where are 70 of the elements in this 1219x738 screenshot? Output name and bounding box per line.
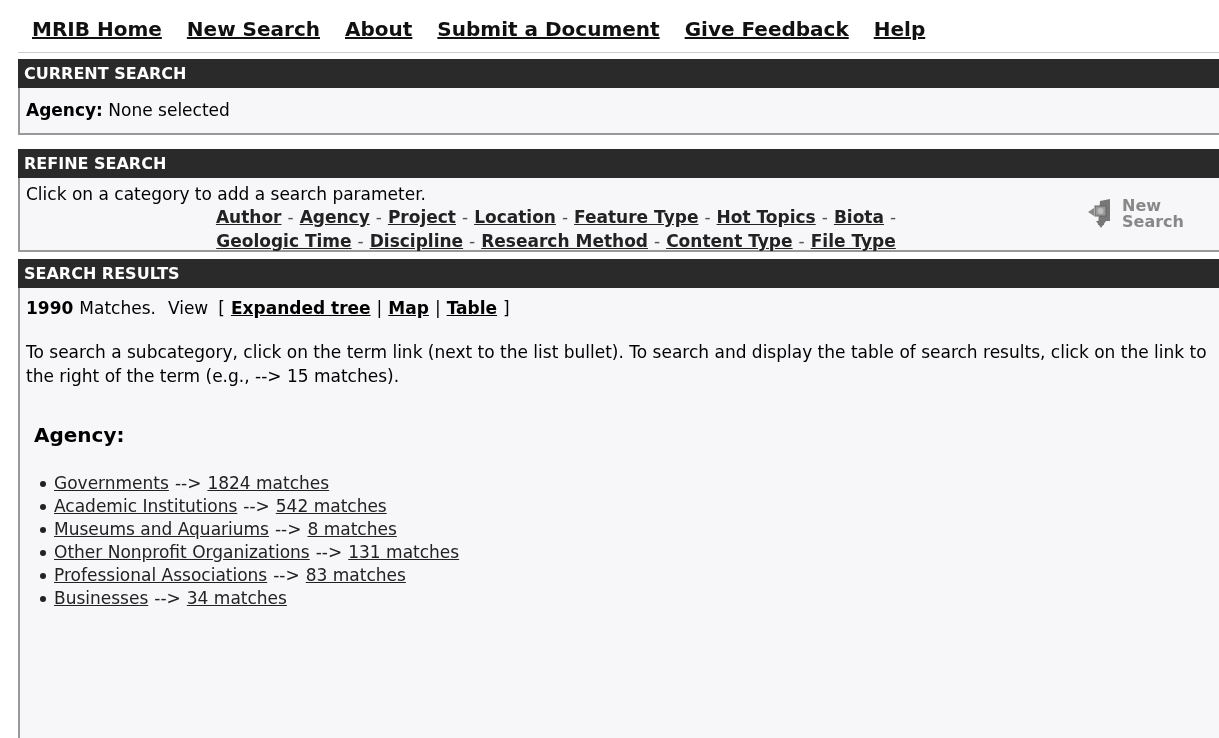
nav-link[interactable]: Submit a Document	[437, 16, 660, 42]
category-link[interactable]: Agency	[299, 205, 370, 229]
separator-text: -	[469, 230, 476, 253]
matches-link[interactable]: 83 matches	[305, 564, 406, 587]
bullet-icon	[40, 526, 46, 533]
category-heading: Agency:	[34, 422, 126, 448]
category-link[interactable]: Author	[215, 205, 282, 229]
view-link[interactable]: Map	[388, 296, 429, 320]
bracket-text: [	[218, 297, 225, 320]
view-label: View	[167, 297, 209, 320]
separator-text: -	[798, 230, 805, 253]
nav-link[interactable]: Give Feedback	[684, 16, 849, 42]
category-link[interactable]: File Type	[810, 229, 896, 253]
bullet-icon	[40, 549, 46, 556]
category-link[interactable]: Biota	[833, 205, 884, 229]
category-link[interactable]: Project	[387, 205, 456, 229]
matches-link[interactable]: 1824 matches	[207, 472, 330, 495]
arrow-text: -->	[273, 564, 300, 587]
separator-text: -	[704, 206, 711, 229]
separator-text: -	[561, 206, 569, 229]
nav-link[interactable]: About	[345, 16, 413, 42]
matches-link[interactable]: 8 matches	[307, 518, 397, 541]
arrow-text: -->	[174, 472, 202, 495]
view-link[interactable]: Expanded tree	[230, 296, 371, 320]
nav-link[interactable]: New Search	[186, 16, 320, 42]
count-label: Matches.	[79, 297, 156, 320]
separator-text: |	[376, 297, 383, 320]
category-link[interactable]: Feature Type	[574, 205, 699, 229]
instruction-text: Click on a category to add a search parameter.	[26, 183, 426, 205]
view-link[interactable]: Table	[446, 296, 498, 320]
arrow-text: -->	[243, 495, 270, 518]
category-link[interactable]: Location	[474, 205, 556, 229]
term-link[interactable]: Professional Associations	[54, 564, 268, 587]
section-header: CURRENT SEARCH	[18, 59, 1219, 88]
separator-text: |	[434, 297, 441, 320]
matches-link[interactable]: 131 matches	[348, 541, 460, 564]
term-link[interactable]: Museums and Aquariums	[54, 518, 269, 541]
nav-link[interactable]: Help	[873, 16, 926, 42]
bullet-icon	[40, 480, 46, 487]
bullet-icon	[40, 595, 46, 602]
category-link[interactable]: Content Type	[666, 229, 793, 253]
bracket-text: ]	[503, 297, 510, 320]
separator-text: -	[357, 230, 364, 253]
category-link[interactable]: Discipline	[369, 229, 464, 253]
help-text: To search a subcategory, click on the term link (next to the list bullet). To search and display the table of search results, click on the link to the right of the term (e.g., --> 15 matches).	[26, 341, 1208, 388]
nav-link[interactable]: MRIB Home	[32, 16, 162, 42]
separator-text: -	[654, 230, 661, 253]
arrow-text: -->	[274, 518, 302, 541]
category-link[interactable]: Research Method	[481, 229, 648, 253]
matches-link[interactable]: 542 matches	[275, 495, 387, 518]
search-criterion: Agency: None selected	[26, 98, 230, 122]
arrow-text: -->	[315, 541, 343, 564]
bullet-icon	[40, 503, 46, 510]
separator-text: -	[889, 206, 897, 229]
result-count: 1990	[26, 297, 74, 320]
term-link[interactable]: Academic Institutions	[54, 495, 238, 518]
section-header: REFINE SEARCH	[18, 149, 1219, 178]
separator-text: -	[462, 206, 469, 229]
separator-text: -	[821, 206, 828, 229]
bullet-icon	[40, 572, 46, 579]
separator-text: -	[375, 206, 382, 229]
separator-text: -	[287, 206, 294, 229]
matches-link[interactable]: 34 matches	[186, 587, 287, 610]
category-link[interactable]: Hot Topics	[716, 205, 816, 229]
term-link[interactable]: Businesses	[54, 587, 149, 610]
arrow-text: -->	[154, 587, 181, 610]
term-link[interactable]: Other Nonprofit Organizations	[54, 541, 310, 564]
category-link[interactable]: Geologic Time	[216, 229, 352, 253]
section-header: SEARCH RESULTS	[18, 259, 1219, 288]
term-link[interactable]: Governments	[54, 472, 169, 495]
